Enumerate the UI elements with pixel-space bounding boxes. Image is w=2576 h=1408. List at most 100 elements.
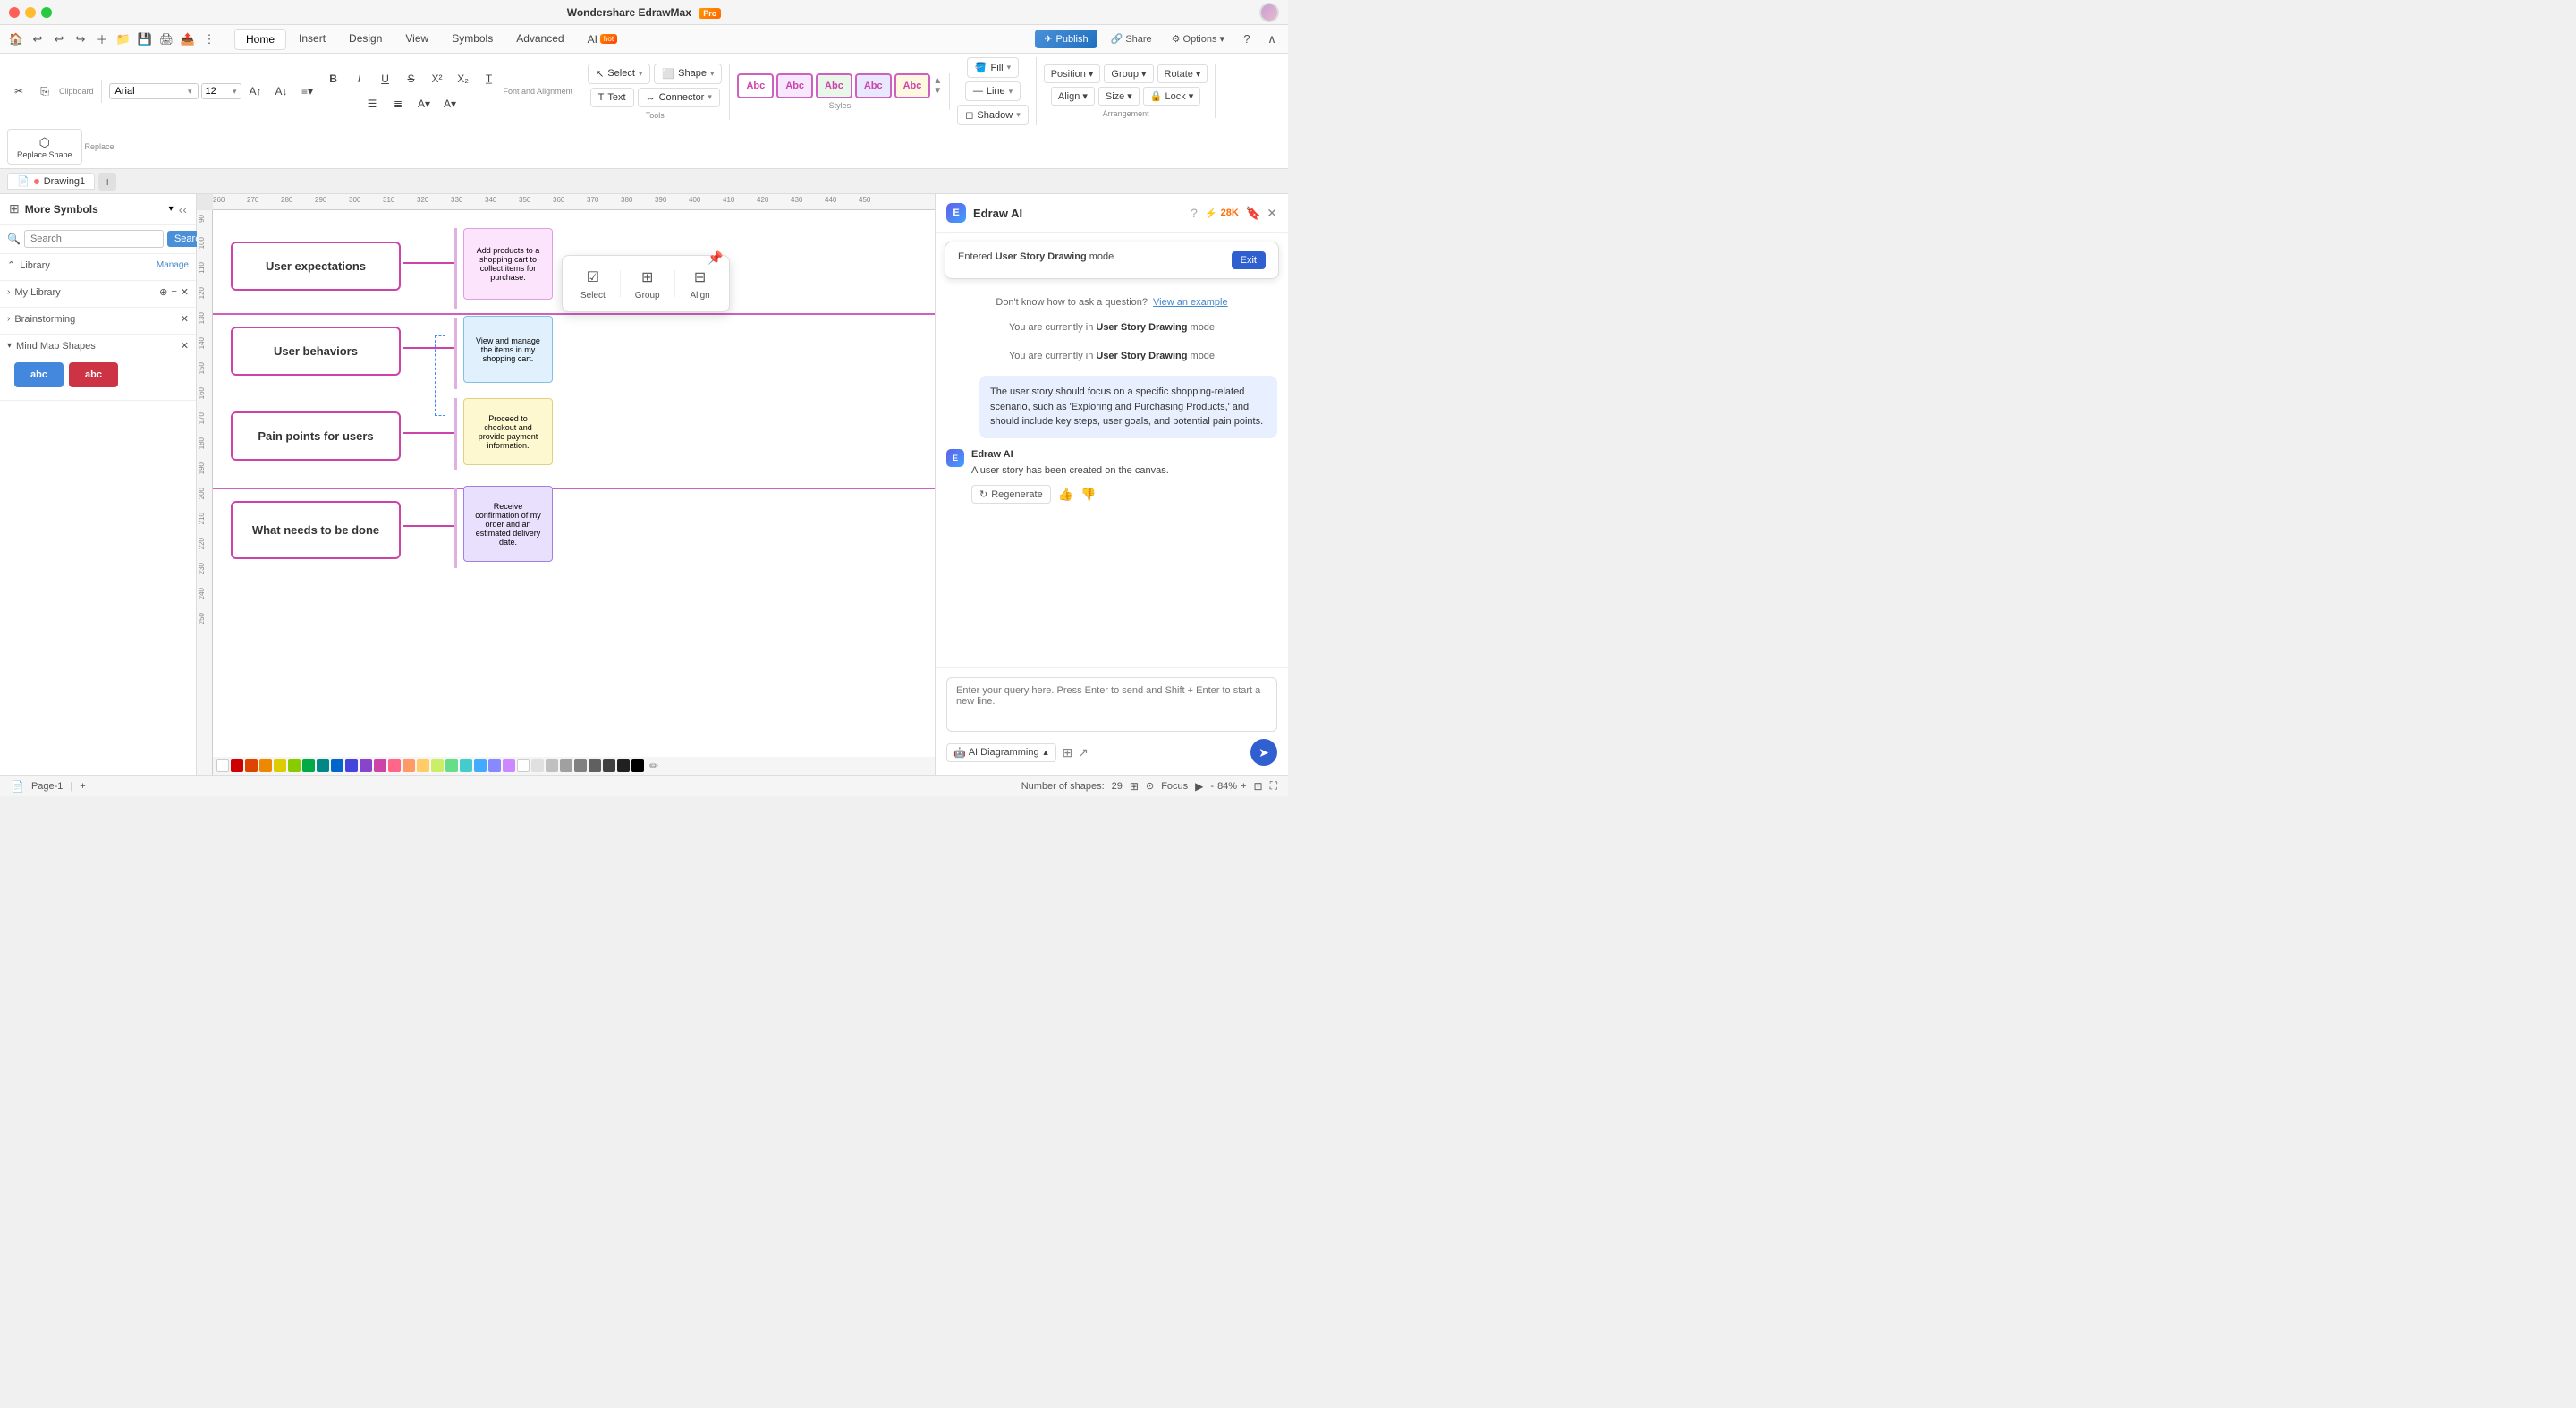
close-library-icon[interactable]: ✕: [181, 286, 189, 298]
color-yellow[interactable]: [274, 759, 286, 772]
style-5[interactable]: Abc: [894, 73, 931, 98]
color-pink[interactable]: [374, 759, 386, 772]
connector-tool-button[interactable]: ↔Connector▾: [638, 88, 720, 107]
tab-view[interactable]: View: [394, 29, 439, 50]
undo-icon[interactable]: ↩: [29, 30, 47, 48]
pain-points-label[interactable]: Pain points for users: [231, 411, 401, 461]
mind-map-header[interactable]: ▾ Mind Map Shapes ✕: [7, 340, 189, 352]
fullscreen-icon[interactable]: ⛶: [1270, 779, 1277, 793]
chevron-down-icon[interactable]: ▾: [169, 204, 174, 214]
select-tool-button[interactable]: ↖Select▾: [588, 64, 650, 84]
font-grow-button[interactable]: A↑: [244, 80, 267, 103]
drawing-tab[interactable]: 📄 Drawing1: [7, 173, 95, 190]
close-mindmap-icon[interactable]: ✕: [181, 340, 189, 352]
color-light-pink[interactable]: [388, 759, 401, 772]
shadow-button[interactable]: ◻Shadow▾: [957, 105, 1028, 125]
font-shrink-button[interactable]: A↓: [270, 80, 293, 103]
font-color-button[interactable]: A▾: [438, 92, 462, 115]
view-example-link[interactable]: View an example: [1153, 297, 1228, 308]
home-icon[interactable]: 🏠: [7, 30, 25, 48]
color-yellow-green[interactable]: [288, 759, 301, 772]
publish-button[interactable]: ✈Publish: [1035, 30, 1097, 48]
position-button[interactable]: Position▾: [1044, 64, 1101, 83]
color-light-yellow[interactable]: [417, 759, 429, 772]
new-tab-icon[interactable]: ＋: [93, 30, 111, 48]
add-library-icon[interactable]: ⊕: [159, 286, 167, 298]
tab-symbols[interactable]: Symbols: [441, 29, 504, 50]
color-orange-red[interactable]: [245, 759, 258, 772]
print-icon[interactable]: 🖨: [157, 30, 175, 48]
ai-insert-icon[interactable]: ⊞: [1062, 745, 1072, 760]
ai-send-button[interactable]: ➤: [1250, 739, 1277, 766]
search-input[interactable]: [24, 230, 164, 248]
color-lavender[interactable]: [488, 759, 501, 772]
add-page-icon[interactable]: +: [80, 781, 85, 792]
shape-blue[interactable]: abc: [14, 362, 64, 387]
strikethrough-button[interactable]: S: [400, 67, 423, 90]
list2-button[interactable]: ≣: [386, 92, 410, 115]
ai-diagramming-selector[interactable]: 🤖 AI Diagramming ▲: [946, 743, 1056, 762]
underline-button[interactable]: U: [374, 67, 397, 90]
bg-color-button[interactable]: A▾: [412, 92, 436, 115]
font-family-selector[interactable]: Arial ▾: [109, 83, 199, 99]
group-button[interactable]: Group▾: [1104, 64, 1153, 83]
canvas-content[interactable]: User expectations Add products to a shop…: [213, 210, 935, 757]
tab-design[interactable]: Design: [338, 29, 393, 50]
save-icon[interactable]: 💾: [136, 30, 154, 48]
chevron-up-icon[interactable]: ∧: [1263, 30, 1281, 48]
user-behaviors-label[interactable]: User behaviors: [231, 327, 401, 376]
tab-ai[interactable]: AI hot: [577, 29, 628, 50]
pin-icon[interactable]: 📌: [708, 250, 723, 266]
size-button[interactable]: Size▾: [1098, 87, 1140, 106]
focus-label[interactable]: Focus: [1161, 781, 1188, 792]
italic-button[interactable]: I: [348, 67, 371, 90]
layers-icon[interactable]: ⊞: [1130, 780, 1139, 793]
color-teal[interactable]: [317, 759, 329, 772]
ai-close-icon[interactable]: ✕: [1267, 206, 1277, 221]
canvas-area[interactable]: 260 270 280 290 300 310 320 330 340 350 …: [197, 194, 935, 775]
maximize-button[interactable]: [41, 7, 52, 18]
new-tab-button[interactable]: +: [98, 173, 116, 191]
style-4[interactable]: Abc: [855, 73, 892, 98]
styles-more-up[interactable]: ▲: [933, 76, 942, 86]
style-1[interactable]: Abc: [737, 73, 774, 98]
color-charcoal[interactable]: [603, 759, 615, 772]
color-indigo[interactable]: [345, 759, 358, 772]
color-medium-gray[interactable]: [560, 759, 572, 772]
minimize-button[interactable]: [25, 7, 36, 18]
story-card-1[interactable]: Add products to a shopping cart to colle…: [463, 228, 553, 300]
color-near-black[interactable]: [617, 759, 630, 772]
ai-help-icon[interactable]: ?: [1191, 206, 1198, 220]
exit-mode-button[interactable]: Exit: [1232, 251, 1266, 269]
color-gray[interactable]: [546, 759, 558, 772]
play-icon[interactable]: ▶: [1195, 780, 1203, 793]
color-blue[interactable]: [331, 759, 343, 772]
color-sky-blue[interactable]: [474, 759, 487, 772]
story-card-2[interactable]: View and manage the items in my shopping…: [463, 316, 553, 383]
focus-icon[interactable]: ⊙: [1146, 780, 1154, 792]
color-peach[interactable]: [402, 759, 415, 772]
close-brainstorming-icon[interactable]: ✕: [181, 313, 189, 325]
story-card-4[interactable]: Receive confirmation of my order and an …: [463, 486, 553, 562]
text-style-button[interactable]: T̲: [478, 67, 501, 90]
color-white[interactable]: [517, 759, 530, 772]
text-tool-button[interactable]: TText: [590, 88, 634, 107]
my-library-header[interactable]: › My Library ⊕ + ✕: [7, 286, 189, 298]
color-dark-gray[interactable]: [574, 759, 587, 772]
color-light-gray[interactable]: [531, 759, 544, 772]
style-2[interactable]: Abc: [776, 73, 813, 98]
what-needs-label[interactable]: What needs to be done: [231, 501, 401, 559]
styles-more-down[interactable]: ▼: [933, 86, 942, 96]
brainstorming-header[interactable]: › Brainstorming ✕: [7, 313, 189, 325]
user-avatar[interactable]: [1259, 3, 1279, 22]
copy-paste-button[interactable]: ⎘: [33, 80, 56, 103]
more-icon[interactable]: ⋮: [200, 30, 218, 48]
tab-insert[interactable]: Insert: [288, 29, 336, 50]
folder-icon[interactable]: 📁: [114, 30, 132, 48]
color-lime[interactable]: [431, 759, 444, 772]
export-icon[interactable]: 📤: [179, 30, 197, 48]
zoom-in-button[interactable]: +: [1241, 781, 1246, 792]
color-purple[interactable]: [360, 759, 372, 772]
align-menu-item[interactable]: ⊟ Align: [682, 263, 718, 304]
color-black[interactable]: [631, 759, 644, 772]
